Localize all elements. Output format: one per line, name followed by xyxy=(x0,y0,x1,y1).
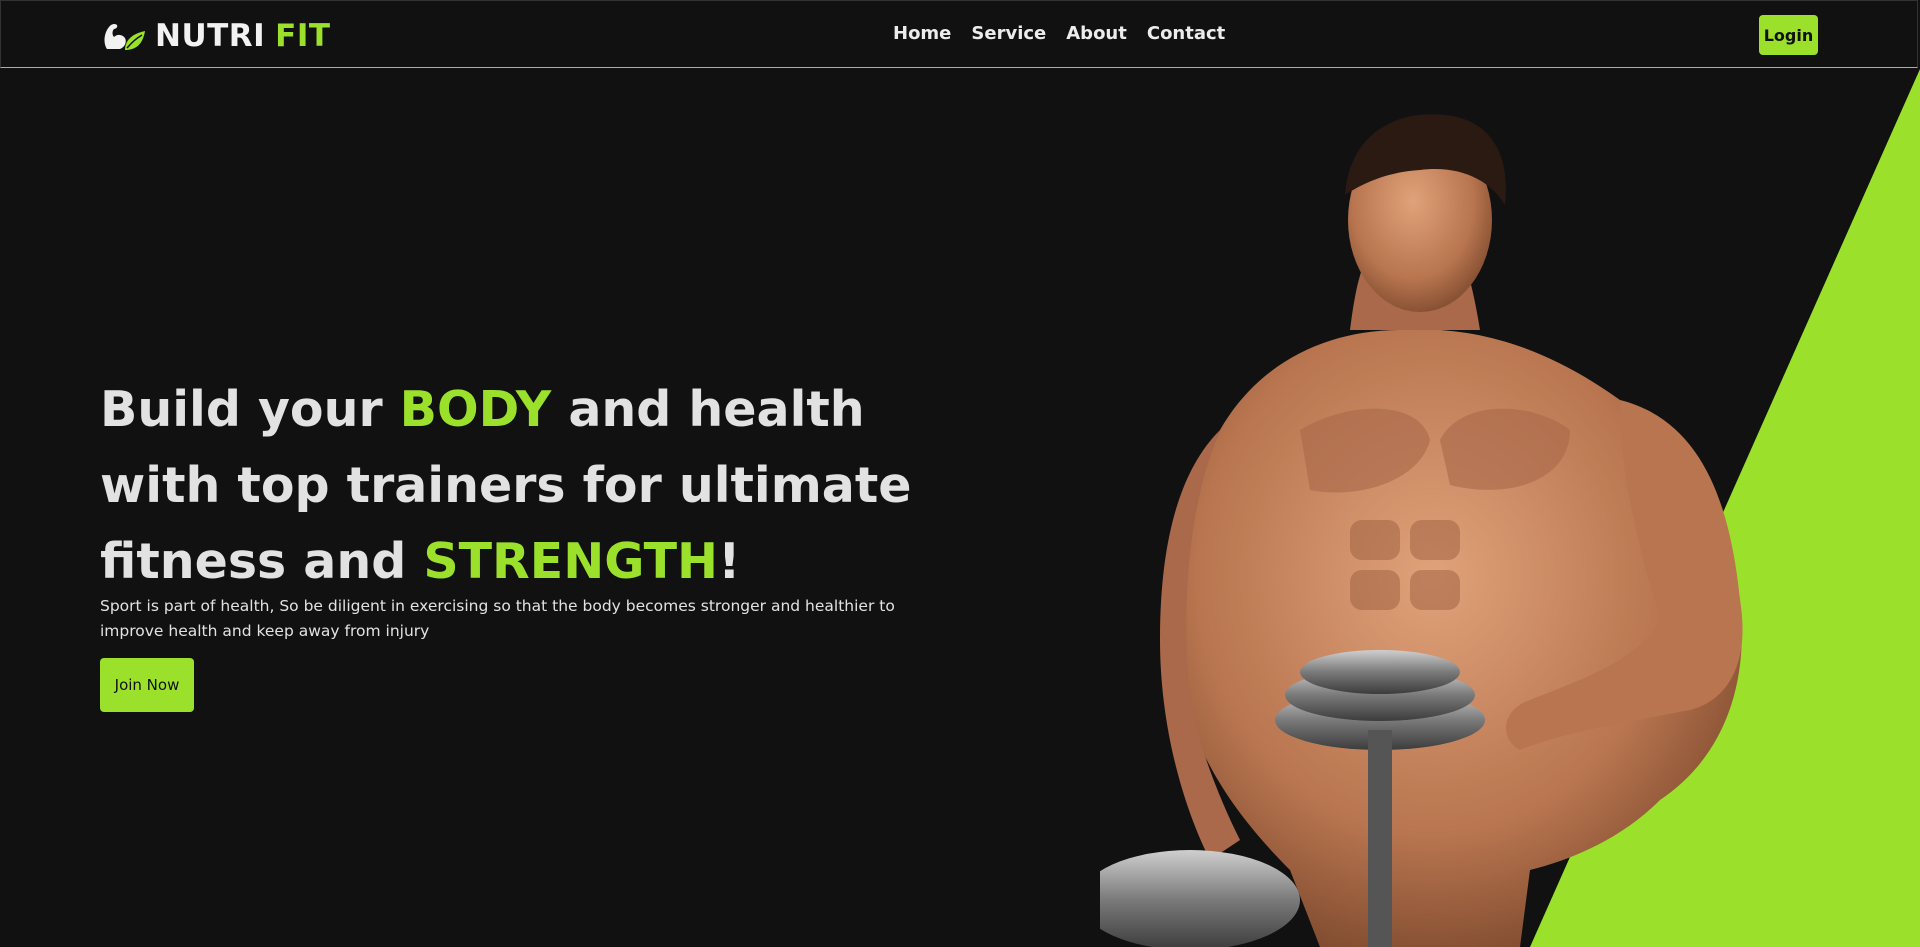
brand-name-main: NUTRI xyxy=(155,18,266,54)
join-now-button[interactable]: Join Now xyxy=(100,658,194,712)
hero-title-part1: Build your xyxy=(100,381,400,438)
flexed-arm-leaf-icon xyxy=(104,23,145,50)
hero-description: Sport is part of health, So be diligent … xyxy=(100,597,895,640)
nav-link-home[interactable]: Home xyxy=(893,23,951,44)
top-navbar: NUTRI FIT Home Service About Contact Logi… xyxy=(0,0,1918,68)
nav-link-service[interactable]: Service xyxy=(971,23,1046,44)
brand-name-accent: FIT xyxy=(275,18,331,54)
nav-link-contact[interactable]: Contact xyxy=(1147,23,1225,44)
hero-title: Build your BODY and health with top trai… xyxy=(100,372,1000,600)
main-nav: Home Service About Contact xyxy=(893,23,1225,44)
brand-name: NUTRI FIT xyxy=(155,18,331,54)
hero-title-part3: ! xyxy=(718,533,741,590)
login-button[interactable]: Login xyxy=(1759,15,1818,55)
hero-title-accent-strength: STRENGTH xyxy=(423,533,719,590)
hero-title-accent-body: BODY xyxy=(399,381,552,438)
brand-logo[interactable]: NUTRI FIT xyxy=(101,18,331,54)
nav-link-about[interactable]: About xyxy=(1066,23,1127,44)
bodybuilder-image xyxy=(1100,114,1743,947)
